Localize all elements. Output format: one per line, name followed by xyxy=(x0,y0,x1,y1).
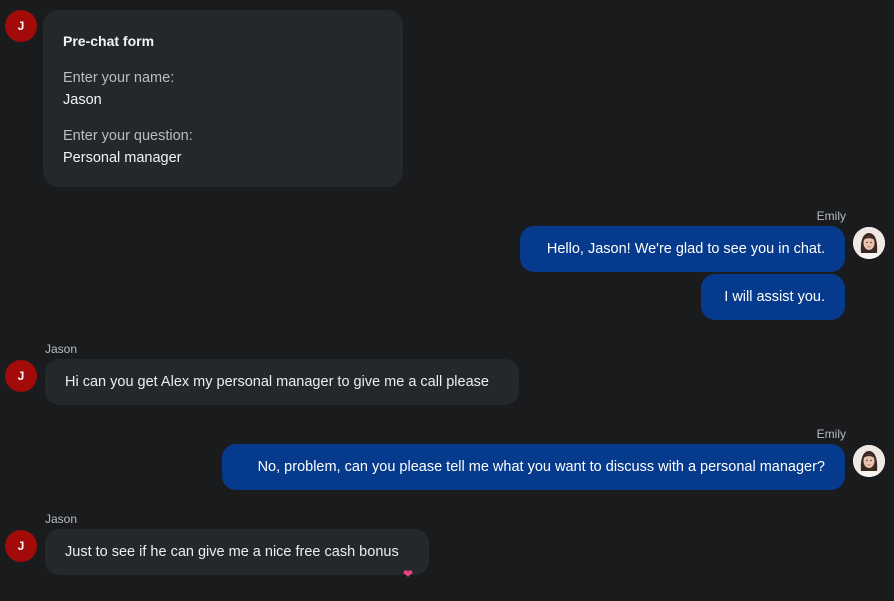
user-avatar: J xyxy=(5,360,37,392)
user-message-bubble: Hi can you get Alex my personal manager … xyxy=(45,359,519,405)
message-text: Hello, Jason! We're glad to see you in c… xyxy=(546,241,825,257)
user-name-label: Jason xyxy=(45,342,78,356)
user-avatar-initial: J xyxy=(17,369,25,383)
prechat-form-title: Pre-chat form xyxy=(63,33,155,49)
agent-name-label: Emily xyxy=(816,209,846,223)
prechat-name-value: Jason xyxy=(63,92,102,108)
agent-portrait-icon xyxy=(853,227,885,259)
agent-message-bubble: No, problem, can you please tell me what… xyxy=(222,444,845,490)
prechat-question-value: Personal manager xyxy=(63,150,182,166)
user-avatar-initial: J xyxy=(17,19,25,33)
message-text: Hi can you get Alex my personal manager … xyxy=(65,374,489,390)
message-text: I will assist you. xyxy=(724,289,825,305)
agent-avatar xyxy=(853,445,885,477)
chat-transcript: J Pre-chat form Enter your name: Jason E… xyxy=(0,0,894,601)
user-name-label: Jason xyxy=(45,512,78,526)
user-avatar-initial: J xyxy=(17,539,25,553)
message-text: Just to see if he can give me a nice fre… xyxy=(65,544,399,560)
agent-message-bubble: Hello, Jason! We're glad to see you in c… xyxy=(520,226,845,272)
prechat-name-label: Enter your name: xyxy=(63,70,175,86)
heart-icon[interactable]: ❤ xyxy=(398,564,418,584)
user-avatar: J xyxy=(5,530,37,562)
agent-portrait-icon xyxy=(853,445,885,477)
prechat-form-card: Pre-chat form Enter your name: Jason Ent… xyxy=(43,10,403,187)
agent-message-bubble: I will assist you. xyxy=(701,274,845,320)
agent-avatar xyxy=(853,227,885,259)
message-text: No, problem, can you please tell me what… xyxy=(257,459,825,475)
user-message-bubble: Just to see if he can give me a nice fre… xyxy=(45,529,429,575)
agent-name-label: Emily xyxy=(816,427,846,441)
user-avatar: J xyxy=(5,10,37,42)
prechat-question-label: Enter your question: xyxy=(63,128,193,144)
